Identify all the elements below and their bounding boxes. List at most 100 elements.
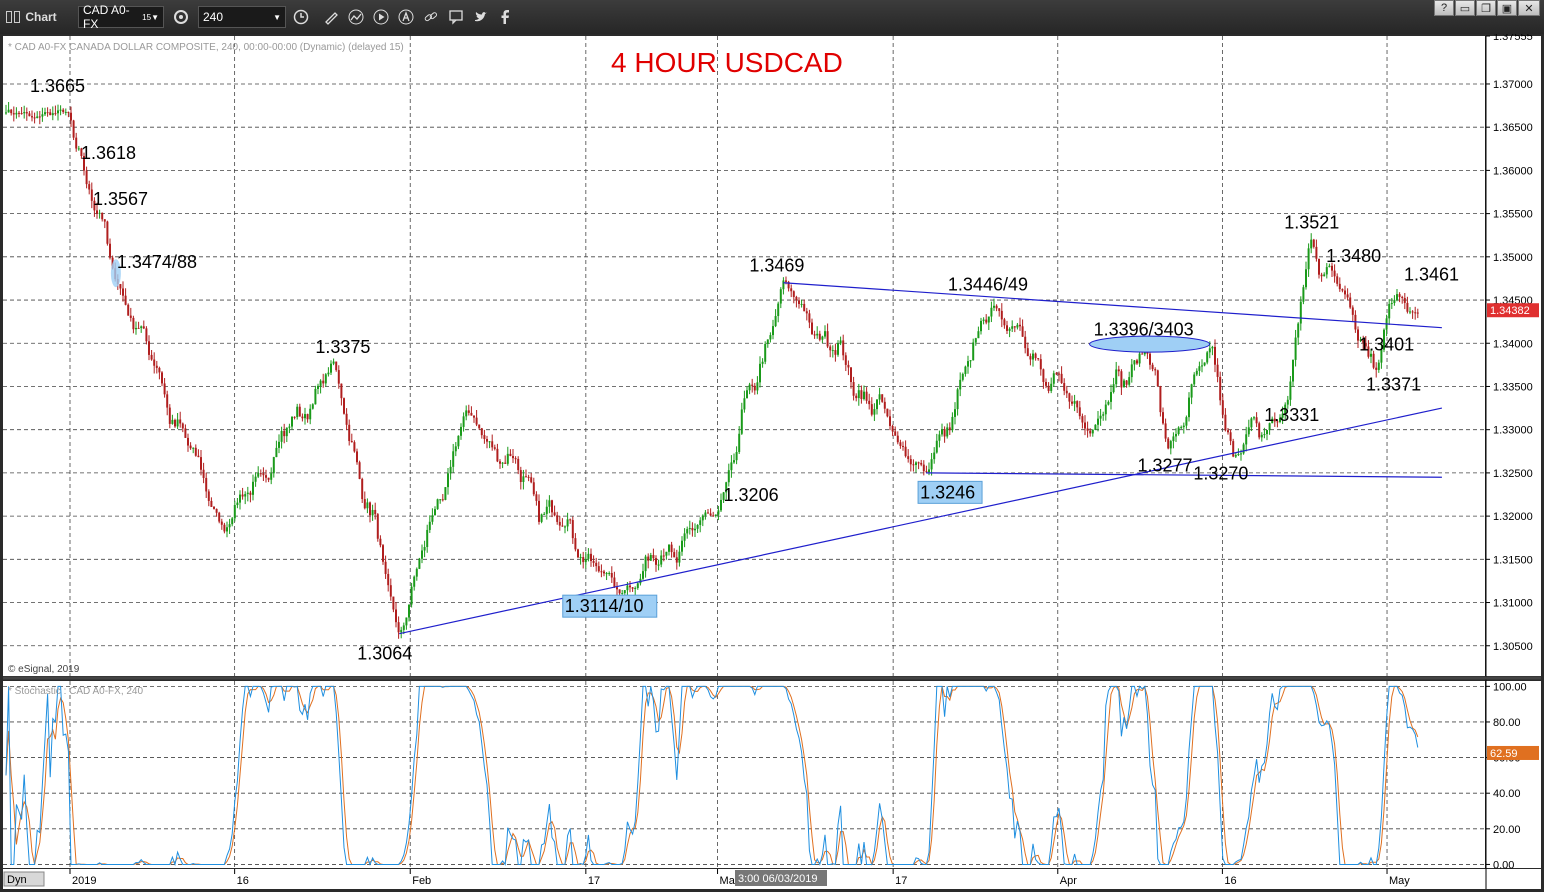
- candle-body: [574, 538, 577, 550]
- candle-body: [1112, 384, 1115, 393]
- candle-body: [1117, 369, 1120, 372]
- candle-body: [798, 300, 800, 304]
- candle-body: [813, 334, 816, 336]
- candle-body: [1214, 346, 1216, 365]
- candle-body: [868, 400, 871, 405]
- candle-body: [987, 316, 990, 323]
- candle-body: [31, 116, 33, 118]
- time-tick-label: Apr: [1060, 875, 1077, 887]
- candle-body: [205, 477, 208, 492]
- candle-body: [314, 388, 317, 405]
- time-tick-label: 16: [1224, 875, 1236, 887]
- interval-field[interactable]: 240 ▼: [198, 6, 286, 28]
- toolbar: Chart CAD A0-FX 15 ▼ 240 ▼ ? ▭ ❐ ▣ ✕: [0, 0, 1544, 35]
- settings-gear-icon[interactable]: [170, 6, 192, 28]
- candle-body: [46, 112, 49, 114]
- candle-body: [413, 576, 416, 587]
- candle-body: [1406, 302, 1409, 312]
- candle-body: [249, 492, 252, 495]
- candle-body: [5, 112, 7, 114]
- close-button[interactable]: ✕: [1518, 0, 1540, 16]
- chat-icon[interactable]: [445, 6, 467, 28]
- chevron-down-icon[interactable]: ▼: [273, 13, 281, 22]
- candle-body: [457, 435, 460, 447]
- maximize-button[interactable]: ▣: [1497, 0, 1517, 16]
- facebook-icon[interactable]: [495, 6, 515, 28]
- candle-body: [1102, 414, 1105, 416]
- candle-body: [1060, 373, 1063, 384]
- candle-body: [218, 512, 221, 522]
- candle-body: [792, 291, 795, 297]
- compact-button[interactable]: ▭: [1455, 0, 1475, 16]
- candle-body: [696, 524, 699, 529]
- alert-icon[interactable]: [395, 6, 417, 28]
- candle-body: [930, 459, 933, 470]
- candle-body: [1024, 336, 1027, 349]
- candle-body: [839, 340, 842, 344]
- candle-body: [1039, 359, 1042, 370]
- candle-body: [1289, 381, 1292, 400]
- candle-body: [187, 437, 189, 446]
- play-icon[interactable]: [370, 6, 392, 28]
- symbol-field[interactable]: CAD A0-FX 15 ▼: [78, 3, 164, 31]
- candle-body: [733, 460, 735, 463]
- candle-body: [220, 521, 223, 525]
- time-tick-label: 2019: [72, 875, 96, 887]
- candle-body: [15, 112, 18, 115]
- chart-title: 4 HOUR USDCAD: [611, 47, 843, 78]
- candle-body: [1029, 356, 1032, 360]
- candle-body: [20, 113, 23, 115]
- stoch-tick-label: 0.00: [1493, 859, 1514, 871]
- candle-body: [1089, 430, 1092, 434]
- candle-body: [995, 305, 998, 309]
- price-annotation: 1.3371: [1366, 374, 1421, 394]
- twitter-icon[interactable]: [470, 6, 492, 28]
- candle-body: [265, 475, 267, 478]
- candle-body: [1032, 353, 1034, 360]
- candle-body: [171, 419, 174, 424]
- candle-body: [210, 500, 213, 507]
- candle-body: [649, 554, 652, 561]
- candle-body: [512, 455, 514, 459]
- candle-body: [1341, 289, 1344, 291]
- price-annotation: 1.3375: [315, 337, 370, 357]
- candle-body: [865, 391, 868, 401]
- candle-body: [501, 462, 504, 464]
- candle-body: [1128, 377, 1131, 385]
- candle-body: [863, 391, 865, 400]
- candle-body: [561, 525, 564, 527]
- candle-body: [844, 355, 847, 365]
- stoch-tick-label: 80.00: [1493, 717, 1521, 729]
- candle-body: [1232, 441, 1235, 457]
- candle-body: [743, 398, 746, 410]
- price-tick-label: 1.33000: [1493, 425, 1533, 437]
- candle-body: [470, 412, 473, 416]
- candle-body: [881, 394, 884, 402]
- candle-body: [1086, 428, 1089, 431]
- candle-body: [683, 533, 686, 541]
- candle-body: [751, 384, 754, 386]
- price-annotation: 1.3331: [1264, 405, 1319, 425]
- candle-body: [922, 464, 925, 472]
- link-icon[interactable]: [420, 6, 442, 28]
- candle-body: [600, 571, 603, 573]
- chart-area[interactable]: 1.37555 1.37000 1.36500 1.36000 1.35500 1.350…: [0, 34, 1544, 892]
- candle-body: [795, 296, 798, 301]
- minimize-button[interactable]: ❐: [1476, 0, 1496, 16]
- candle-body: [540, 514, 543, 522]
- candle-body: [389, 585, 392, 597]
- pencil-icon[interactable]: [320, 6, 342, 28]
- candle-body: [727, 470, 730, 483]
- candle-body: [1325, 267, 1328, 275]
- chevron-down-icon[interactable]: ▼: [151, 13, 159, 22]
- candle-body: [493, 447, 496, 449]
- clock-icon[interactable]: [290, 6, 312, 28]
- candle-body: [1242, 444, 1245, 454]
- crosshair-time-label: 3:00 06/03/2019: [738, 873, 818, 885]
- candle-body: [1123, 380, 1125, 388]
- help-button[interactable]: ?: [1434, 0, 1454, 16]
- candle-body: [943, 429, 946, 437]
- line-icon[interactable]: [345, 6, 367, 28]
- candle-body: [1266, 430, 1268, 435]
- candle-body: [675, 557, 678, 563]
